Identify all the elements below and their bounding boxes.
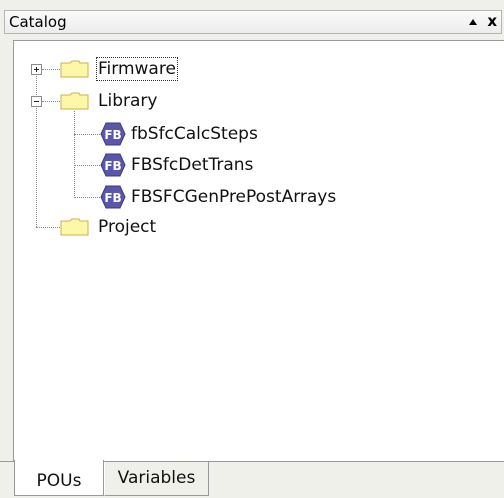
tab-variables[interactable]: Variables [104,462,209,496]
expand-icon[interactable] [31,64,42,75]
close-icon[interactable]: x [487,12,497,30]
tree-node-label: FBSfcDetTrans [131,155,254,175]
catalog-tree[interactable]: Firmware Library FB fbSfcCalcSteps FB FB… [13,40,504,461]
pin-icon[interactable] [469,19,477,25]
panel-title: Catalog [9,13,67,31]
folder-icon [60,92,89,110]
tree-node-fbsfccalcsteps[interactable]: FB fbSfcCalcSteps [14,121,314,147]
tree-node-label: Project [98,217,157,237]
tree-node-label: fbSfcCalcSteps [131,124,258,144]
function-block-icon: FB [100,153,126,177]
tree-node-fbsfcgenprepostarrays[interactable]: FB FBSFCGenPrePostArrays [14,184,414,210]
svg-text:FB: FB [104,128,121,142]
tree-node-library[interactable]: Library [14,88,214,114]
function-block-icon: FB [100,122,126,146]
tab-pous[interactable]: POUs [14,460,104,496]
tree-node-label: Firmware [96,57,178,81]
svg-text:FB: FB [104,159,121,173]
collapse-icon[interactable] [31,96,42,107]
panel-titlebar: Catalog x [4,10,502,34]
folder-icon [60,218,89,236]
tree-node-project[interactable]: Project [14,214,214,240]
folder-icon [60,60,89,78]
tree-node-label: Library [98,91,158,111]
svg-text:FB: FB [104,191,121,205]
catalog-panel: Catalog x Firmware Library FB fbSfcCalcS… [0,0,504,498]
tree-node-firmware[interactable]: Firmware [14,56,214,82]
tree-node-label: FBSFCGenPrePostArrays [131,187,337,207]
function-block-icon: FB [100,185,126,209]
tree-node-fbsfcdettrans[interactable]: FB FBSfcDetTrans [14,152,314,178]
